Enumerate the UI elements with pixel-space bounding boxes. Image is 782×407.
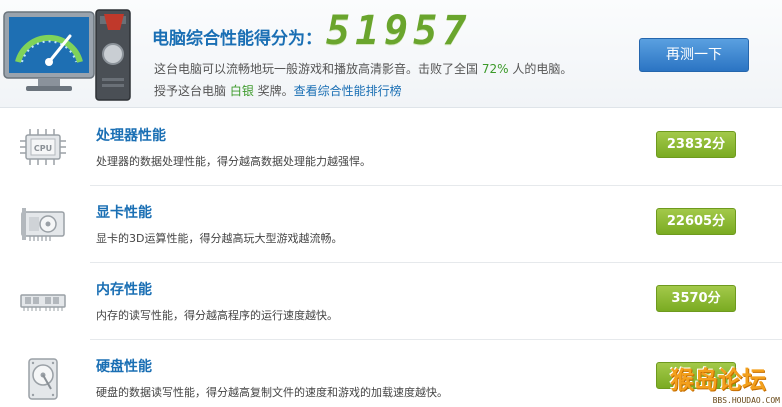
graphics-score-badge: 22605分 [656, 208, 736, 235]
ranking-link[interactable]: 查看综合性能排行榜 [294, 84, 402, 98]
disk-description: 硬盘的数据读写性能，得分越高复制文件的速度和游戏的加载速度越快。 [96, 386, 448, 399]
memory-score-badge: 3570分 [656, 285, 736, 312]
memory-title: 内存性能 [96, 282, 152, 298]
beat-percentage: 72% [481, 62, 509, 76]
score-title: 电脑综合性能得分为： [152, 29, 322, 49]
score-header: 电脑综合性能得分为： 51957 这台电脑可以流畅地玩一般游戏和播放高清影音。击… [0, 0, 782, 108]
disk-performance-row: 硬盘性能 硬盘的数据读写性能，得分越高复制文件的速度和游戏的加载速度越快。 19 [0, 340, 782, 407]
watermark-text: 猴岛论坛 [670, 365, 766, 394]
cpu-score-badge: 23832分 [656, 131, 736, 158]
retest-button[interactable]: 再测一下 [639, 38, 749, 72]
watermark-url: BBS.HOUDAO.COM [712, 396, 780, 405]
cpu-title: 处理器性能 [96, 128, 166, 144]
cpu-chip-label: CPU [34, 144, 52, 153]
hard-disk-icon [28, 358, 58, 400]
award-text: 授予这台电脑 [154, 84, 230, 98]
total-score: 51957 [326, 8, 472, 54]
memory-icon [20, 294, 66, 311]
desc-text: 人的电脑。 [508, 62, 573, 76]
award-line: 授予这台电脑 白银 奖牌。查看综合性能排行榜 [154, 82, 402, 99]
score-description: 这台电脑可以流畅地玩一般游戏和播放高清影音。击败了全国 72% 人的电脑。 [154, 60, 572, 77]
graphics-card-icon [21, 208, 65, 241]
disk-title: 硬盘性能 [96, 359, 152, 375]
award-medal: 白银 [229, 84, 254, 98]
cpu-performance-row: CPU 处理器性能 处理器的数据处理性能，得分越高数据处理能力越强悍。 2383… [0, 109, 782, 186]
desc-text: 这台电脑可以流畅地玩一般游戏和播放高清影音。击败了全国 [154, 62, 482, 76]
graphics-title: 显卡性能 [96, 205, 152, 221]
award-text: 奖牌。 [253, 84, 294, 98]
cpu-icon: CPU [20, 129, 66, 165]
memory-performance-row: 内存性能 内存的读写性能，得分越高程序的运行速度越快。 3570分 [0, 263, 782, 340]
graphics-description: 显卡的3D运算性能，得分越高玩大型游戏越流畅。 [96, 232, 343, 245]
graphics-performance-row: 显卡性能 显卡的3D运算性能，得分越高玩大型游戏越流畅。 22605分 [0, 186, 782, 263]
forum-watermark: 猴岛论坛 BBS.HOUDAO.COM [668, 360, 782, 407]
monitor-gauge-icon [3, 9, 131, 101]
memory-description: 内存的读写性能，得分越高程序的运行速度越快。 [96, 309, 338, 322]
cpu-description: 处理器的数据处理性能，得分越高数据处理能力越强悍。 [96, 155, 371, 168]
